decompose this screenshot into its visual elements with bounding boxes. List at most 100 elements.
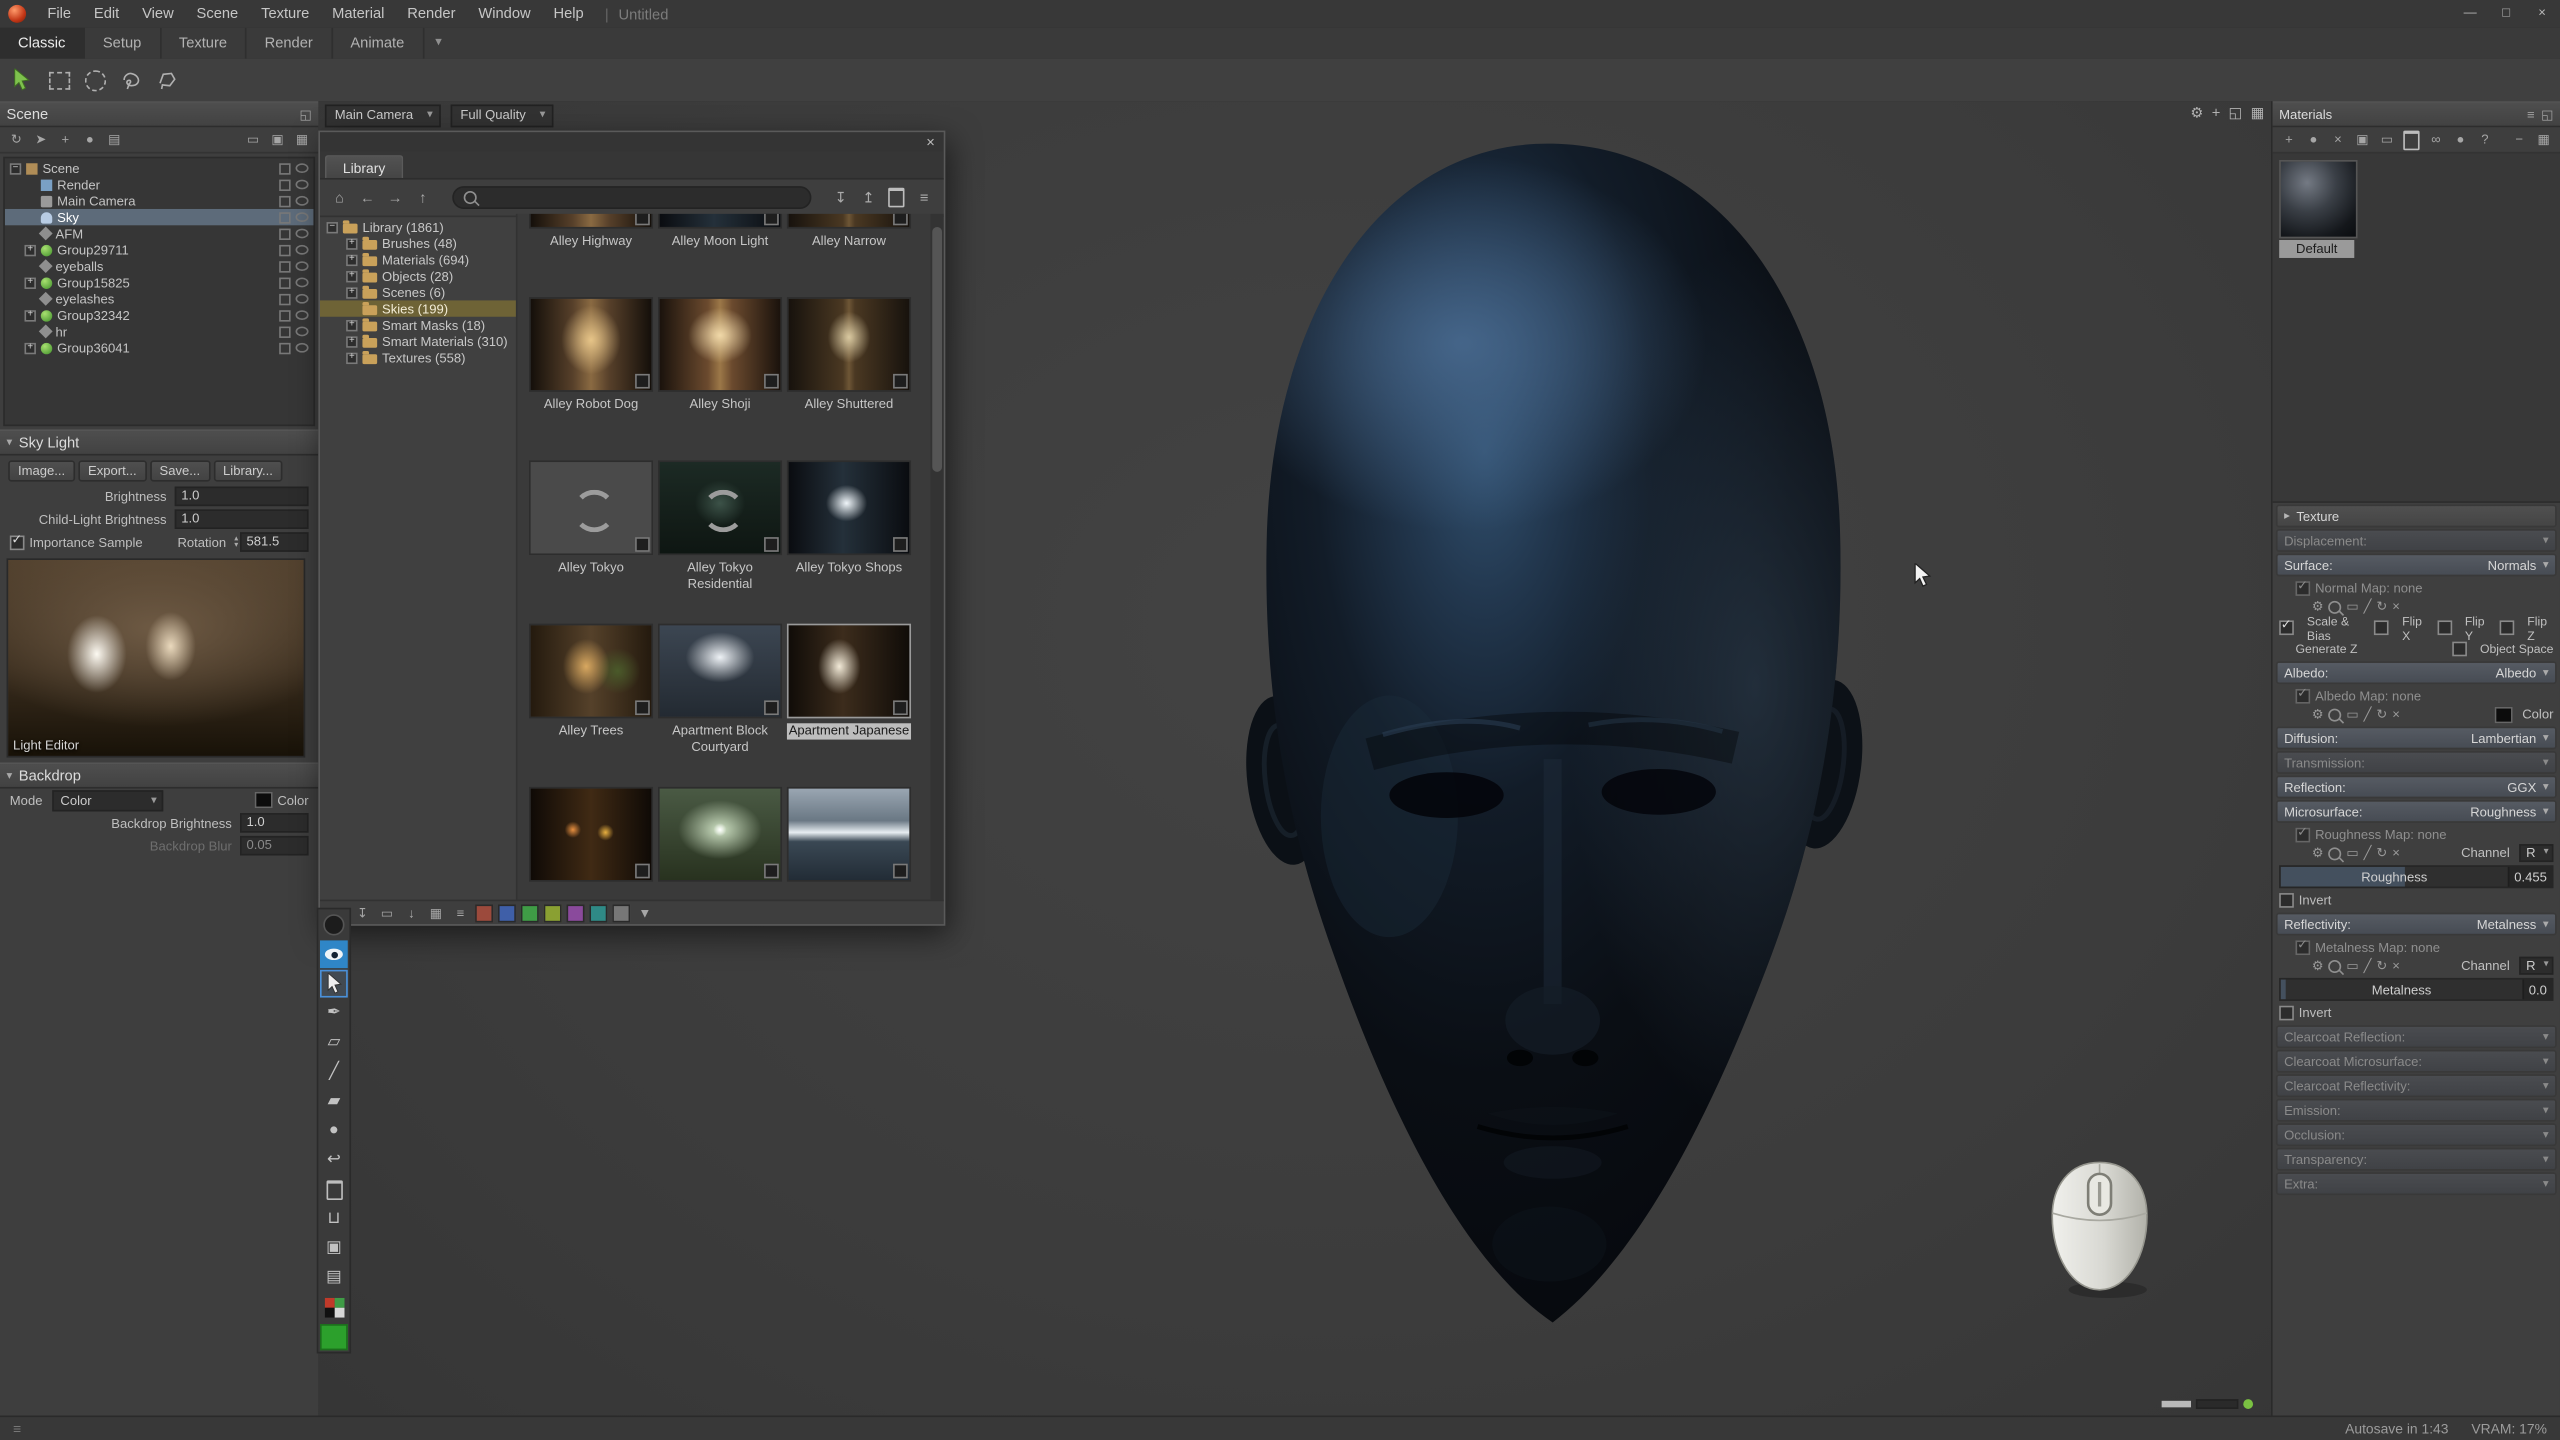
extra-header[interactable]: Extra: ▾ — [2276, 1172, 2557, 1195]
folder-brushes[interactable]: + Brushes (48) — [320, 235, 516, 251]
thumb-checkbox[interactable] — [764, 864, 779, 879]
folder-icon[interactable]: ▭ — [243, 130, 263, 150]
back-icon[interactable]: ← — [356, 186, 379, 209]
albedo-color-swatch[interactable] — [2494, 706, 2512, 722]
tree-item-group15825[interactable]: + Group15825 — [5, 274, 314, 290]
import-icon[interactable]: ↧ — [829, 186, 852, 209]
invert-checkbox[interactable] — [2279, 1006, 2294, 1021]
clear-icon[interactable]: × — [2392, 846, 2400, 861]
tab-setup[interactable]: Setup — [85, 28, 161, 59]
screen-icon[interactable]: ▭ — [2346, 958, 2358, 973]
quality-select[interactable]: Full Quality — [451, 104, 554, 127]
clearcoat-reflection-header[interactable]: Clearcoat Reflection: ▾ — [2276, 1025, 2557, 1048]
shrink-icon[interactable]: − — [2509, 130, 2529, 150]
eye-icon[interactable] — [296, 278, 309, 288]
reload-icon[interactable]: ↻ — [2376, 707, 2387, 722]
mode-dropdown[interactable]: Color — [52, 789, 163, 810]
sky-thumb[interactable] — [529, 787, 653, 901]
sync-icon[interactable]: ↻ — [7, 130, 27, 150]
reflectivity-value[interactable]: Metalness — [2477, 917, 2537, 932]
folder-materials[interactable]: + Materials (694) — [320, 251, 516, 267]
sky-thumb[interactable]: Alley Moon Light — [658, 214, 782, 266]
surface-value[interactable]: Normals — [2488, 558, 2537, 573]
tree-item-hr[interactable]: hr — [5, 323, 314, 339]
eye-icon[interactable] — [296, 261, 309, 271]
home-icon[interactable]: ⌂ — [328, 186, 351, 209]
color-swatches[interactable] — [320, 1293, 348, 1321]
up-icon[interactable]: ↑ — [411, 186, 434, 209]
tab-render[interactable]: Render — [247, 28, 333, 59]
sky-thumb[interactable]: Alley Robot Dog — [529, 297, 653, 429]
clear-icon[interactable]: × — [2392, 958, 2400, 973]
download-icon[interactable]: ↓ — [402, 903, 422, 923]
line-tool-icon[interactable]: ╱ — [320, 1058, 348, 1086]
transparency-header[interactable]: Transparency: ▾ — [2276, 1148, 2557, 1171]
folder-textures[interactable]: + Textures (558) — [320, 349, 516, 365]
tree-expander[interactable]: + — [24, 309, 35, 320]
sky-thumb-selected[interactable]: Apartment Japanese — [787, 624, 911, 756]
lock-icon[interactable] — [279, 261, 290, 272]
lock-icon[interactable] — [279, 278, 290, 289]
gear-icon[interactable]: ⚙ — [2312, 958, 2324, 973]
menu-file[interactable]: File — [36, 0, 83, 28]
screen-icon[interactable]: ▭ — [2346, 707, 2358, 722]
ellipse-select-icon[interactable] — [82, 67, 108, 93]
popout-icon[interactable]: ◱ — [2229, 104, 2243, 122]
sky-thumb[interactable]: Alley Tokyo Shops — [787, 460, 911, 592]
lock-icon[interactable] — [279, 229, 290, 240]
thumb-size-icon[interactable]: ▦ — [2534, 130, 2554, 150]
tree-expander[interactable]: + — [24, 277, 35, 288]
generate-z-button[interactable]: Generate Z — [2296, 642, 2358, 657]
tree-item-render[interactable]: Render — [5, 176, 314, 192]
sky-thumb[interactable]: Alley Shoji — [658, 297, 782, 429]
albedo-value[interactable]: Albedo — [2496, 665, 2537, 680]
sphere-icon[interactable]: ● — [2304, 130, 2324, 150]
tag-swatch-red[interactable] — [475, 904, 493, 922]
reflection-value[interactable]: GGX — [2507, 780, 2536, 795]
menu-edit[interactable]: Edit — [82, 0, 130, 28]
diffusion-section-header[interactable]: Diffusion: Lambertian ▾ — [2276, 727, 2557, 750]
scene-popout-icon[interactable]: ◱ — [299, 107, 311, 122]
camera-select[interactable]: Main Camera — [325, 104, 441, 127]
material-item-default[interactable]: Default — [2279, 160, 2354, 258]
library-tab[interactable]: Library — [325, 155, 403, 178]
tree-expander[interactable]: + — [24, 244, 35, 255]
folder-expander[interactable]: − — [327, 221, 338, 232]
metalness-value[interactable]: 0.0 — [2522, 980, 2552, 1000]
eye-icon[interactable] — [296, 310, 309, 320]
screen-icon[interactable]: ▭ — [2346, 599, 2358, 614]
clear-icon[interactable]: × — [2392, 707, 2400, 722]
tree-item-afm[interactable]: AFM — [5, 225, 314, 241]
sky-thumb[interactable] — [787, 787, 911, 901]
folder-library[interactable]: − Library (1861) — [320, 219, 516, 235]
diffusion-value[interactable]: Lambertian — [2471, 731, 2536, 746]
screen-icon[interactable]: ▭ — [377, 903, 397, 923]
lock-icon[interactable] — [279, 180, 290, 191]
sky-thumb[interactable]: Alley Tokyo — [529, 460, 653, 592]
tab-animate[interactable]: Animate — [332, 28, 423, 59]
tree-item-group36041[interactable]: + Group36041 — [5, 340, 314, 356]
eye-icon[interactable] — [296, 294, 309, 304]
grid-view-icon[interactable]: ▦ — [426, 903, 446, 923]
import-tray-icon[interactable]: ↧ — [353, 903, 373, 923]
cube-icon[interactable]: ▣ — [268, 130, 288, 150]
folder-add-icon[interactable]: ▣ — [2353, 130, 2373, 150]
folder-expander[interactable]: + — [346, 254, 357, 265]
tree-item-group29711[interactable]: + Group29711 — [5, 242, 314, 258]
reload-icon[interactable]: ↻ — [2376, 846, 2387, 861]
gear-icon[interactable]: ⚙ — [2312, 707, 2324, 722]
bucket-tool-icon[interactable]: ⊔ — [320, 1205, 348, 1233]
layout-grid-icon[interactable]: ▦ — [2251, 104, 2265, 122]
library-titlebar[interactable]: × — [320, 132, 944, 152]
thumb-checkbox[interactable] — [635, 214, 650, 225]
reflection-section-header[interactable]: Reflection: GGX ▾ — [2276, 776, 2557, 799]
sky-preview-image[interactable]: Light Editor — [7, 558, 306, 757]
metalness-slider[interactable]: Metalness 0.0 — [2279, 978, 2553, 1001]
tree-item-group32342[interactable]: + Group32342 — [5, 307, 314, 323]
polygon-lasso-icon[interactable] — [153, 67, 179, 93]
backdrop-header[interactable]: ▾ Backdrop — [0, 762, 318, 788]
visibility-icon[interactable]: ● — [80, 130, 100, 150]
metalness-map-checkbox[interactable] — [2296, 940, 2311, 955]
thumb-checkbox[interactable] — [635, 864, 650, 879]
clearcoat-reflectivity-header[interactable]: Clearcoat Reflectivity: ▾ — [2276, 1074, 2557, 1097]
